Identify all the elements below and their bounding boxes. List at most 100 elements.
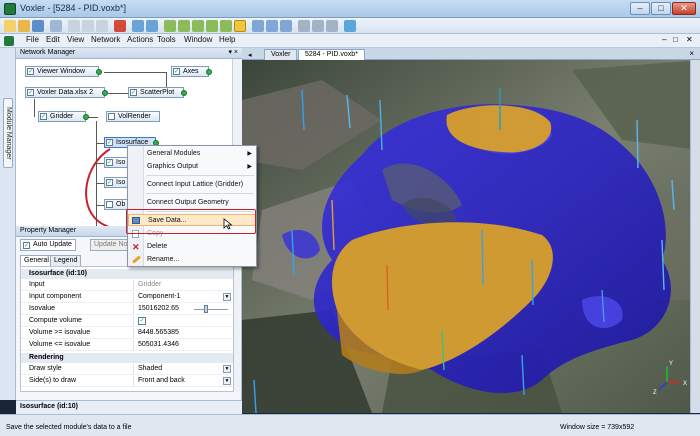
node-port-icon[interactable] <box>206 69 212 75</box>
cut-icon[interactable] <box>68 20 80 32</box>
mouse-cursor-icon <box>223 218 233 230</box>
select-mode-icon[interactable] <box>234 20 246 32</box>
node-axes[interactable]: ✓ Axes <box>171 66 212 77</box>
auto-update-toggle[interactable]: ✓ Auto Update <box>20 239 76 251</box>
link-line <box>96 143 104 144</box>
input-component-select[interactable]: Component-1 ▼ <box>133 292 233 302</box>
isovalue-slider-thumb[interactable] <box>204 305 208 313</box>
menu-actions[interactable]: Actions <box>127 35 153 44</box>
delete-icon[interactable] <box>114 20 126 32</box>
undo-icon[interactable] <box>132 20 144 32</box>
node-checkbox[interactable]: ✓ <box>27 89 34 96</box>
stereo-icon[interactable] <box>326 20 338 32</box>
node-checkbox[interactable]: ✓ <box>130 89 137 96</box>
save-icon[interactable] <box>32 20 44 32</box>
isovalue-field[interactable]: 15016202.65 <box>133 304 233 314</box>
node-label: Axes <box>183 68 199 75</box>
mdi-max-icon[interactable]: □ <box>673 35 678 44</box>
prop-row-input[interactable]: Input Gridder <box>21 280 233 291</box>
rotate-icon[interactable] <box>252 20 264 32</box>
open-icon[interactable] <box>18 20 30 32</box>
tabs-scroll-icon[interactable]: ◂ <box>248 51 252 59</box>
panel-pin-icon[interactable]: ▾ × <box>228 48 238 56</box>
isovalue-slider-track[interactable] <box>194 309 228 310</box>
menu-edit[interactable]: Edit <box>46 35 60 44</box>
menu-graphics-output[interactable]: Graphics Output ▶ <box>128 161 256 173</box>
node-voxler-data[interactable]: ✓ Voxler Data.xlsx 2 <box>25 87 108 98</box>
menu-delete[interactable]: ✕ Delete <box>128 241 256 253</box>
maximize-button[interactable]: □ <box>651 2 671 15</box>
node-checkbox[interactable]: ✓ <box>40 113 47 120</box>
node-port-icon[interactable] <box>96 69 102 75</box>
menu-tools[interactable]: Tools <box>157 35 176 44</box>
section-rendering[interactable]: Rendering <box>21 353 233 363</box>
close-tab-icon[interactable]: × <box>689 49 694 58</box>
fit-to-window-icon[interactable] <box>298 20 310 32</box>
menu-view[interactable]: View <box>67 35 84 44</box>
compute-volume-checkbox[interactable]: ✓ <box>138 317 146 325</box>
redo-icon[interactable] <box>146 20 158 32</box>
network-manager-title: Network Manager <box>20 49 76 56</box>
new-icon[interactable] <box>4 20 16 32</box>
menu-connect-output-geometry[interactable]: Connect Output Geometry <box>128 197 256 209</box>
menu-window[interactable]: Window <box>184 35 212 44</box>
minimize-button[interactable]: – <box>630 2 650 15</box>
viewport-scrollbar[interactable] <box>690 60 700 413</box>
paste-icon[interactable] <box>96 20 108 32</box>
prop-row-compute-volume[interactable]: Compute volume ✓ <box>21 316 233 327</box>
chevron-down-icon[interactable]: ▼ <box>223 377 231 385</box>
voxler-app-icon[interactable] <box>4 3 16 15</box>
tab-voxler[interactable]: Voxler <box>264 49 298 60</box>
3d-viewport[interactable]: X Y Z <box>242 60 700 413</box>
auto-update-checkbox[interactable]: ✓ <box>23 242 30 249</box>
copy-icon[interactable] <box>82 20 94 32</box>
tab-5284-pid[interactable]: 5284 - PID.voxb* <box>298 49 365 60</box>
property-scrollbar[interactable] <box>234 266 240 392</box>
perspective-icon[interactable] <box>312 20 324 32</box>
section-isosurface[interactable]: Isosurface (id:10) <box>21 269 233 279</box>
print-icon[interactable] <box>50 20 62 32</box>
property-manager-title: Property Manager <box>20 227 77 234</box>
prop-row-draw-style[interactable]: Draw style Shaded ▼ <box>21 364 233 375</box>
menu-network[interactable]: Network <box>91 35 120 44</box>
tab-general[interactable]: General <box>20 255 53 266</box>
close-button[interactable]: ✕ <box>672 2 696 15</box>
mdi-close-icon[interactable]: ✕ <box>686 35 693 44</box>
view-top-icon[interactable] <box>220 20 232 32</box>
view-front-icon[interactable] <box>164 20 176 32</box>
node-checkbox[interactable]: ✓ <box>173 68 180 75</box>
node-port-icon[interactable] <box>181 90 187 96</box>
draw-style-select[interactable]: Shaded ▼ <box>133 364 233 374</box>
menu-file[interactable]: File <box>26 35 39 44</box>
prop-key: Draw style <box>29 365 62 372</box>
node-port-icon[interactable] <box>102 90 108 96</box>
node-scatterplot[interactable]: ✓ ScatterPlot <box>128 87 187 98</box>
prop-row-isovalue[interactable]: Isovalue 15016202.65 <box>21 304 233 315</box>
menu-rename[interactable]: Rename... <box>128 254 256 266</box>
pan-icon[interactable] <box>266 20 278 32</box>
chevron-down-icon[interactable]: ▼ <box>223 293 231 301</box>
document-icon[interactable] <box>4 36 14 46</box>
tab-legend[interactable]: Legend <box>50 255 82 266</box>
view-back-icon[interactable] <box>178 20 190 32</box>
menu-general-modules[interactable]: General Modules ▶ <box>128 148 256 160</box>
prop-row-sides[interactable]: Side(s) to draw Front and back ▼ <box>21 376 233 387</box>
node-volrender[interactable]: VolRender <box>106 111 160 122</box>
node-viewer-window[interactable]: ✓ Viewer Window <box>25 66 102 77</box>
menu-item-label: Rename... <box>147 256 180 263</box>
node-gridder[interactable]: ✓ Gridder <box>38 111 89 122</box>
node-port-icon[interactable] <box>83 114 89 120</box>
zoom-icon[interactable] <box>280 20 292 32</box>
prop-row-input-component[interactable]: Input component Component-1 ▼ <box>21 292 233 303</box>
view-left-icon[interactable] <box>192 20 204 32</box>
view-right-icon[interactable] <box>206 20 218 32</box>
chevron-down-icon[interactable]: ▼ <box>223 365 231 373</box>
node-checkbox[interactable]: ✓ <box>27 68 34 75</box>
menu-help[interactable]: Help <box>219 35 235 44</box>
link-line <box>34 99 35 117</box>
module-manager-tab[interactable]: Module Manager <box>3 98 13 168</box>
help-icon[interactable] <box>344 20 356 32</box>
sides-select[interactable]: Front and back ▼ <box>133 376 233 386</box>
mdi-min-icon[interactable]: – <box>662 35 666 44</box>
menu-connect-input-lattice[interactable]: Connect Input Lattice (Gridder) <box>128 179 256 191</box>
